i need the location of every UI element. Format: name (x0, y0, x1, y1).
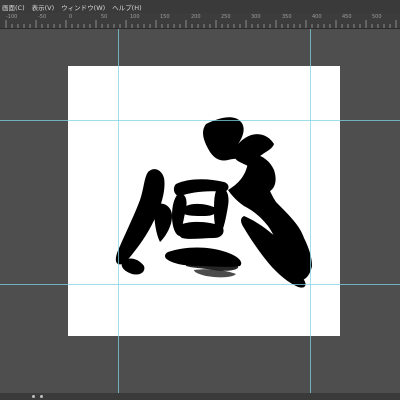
menu-item-view[interactable]: 表示(V) (32, 2, 55, 12)
status-indicator (40, 395, 43, 398)
ruler-label: 400 (312, 14, 322, 20)
ruler-label: 450 (342, 14, 352, 20)
canvas[interactable] (68, 66, 340, 336)
ruler-label: 500 (372, 14, 382, 20)
menu-item-canvas[interactable]: 画面(C) (2, 2, 25, 12)
ruler-label: 250 (221, 14, 231, 20)
menu-item-help[interactable]: ヘルプ(H) (112, 2, 141, 12)
ruler-label: 200 (191, 14, 201, 20)
guide-vertical[interactable] (118, 29, 119, 393)
calligraphy-artwork (115, 117, 312, 288)
status-bar (0, 393, 400, 400)
ruler-label: 100 (130, 14, 140, 20)
status-indicator (32, 395, 35, 398)
guide-horizontal[interactable] (0, 284, 400, 285)
ruler-label: -50 (38, 14, 47, 20)
menu-bar: 画面(C) 表示(V) ウィンドウ(W) ヘルプ(H) (0, 0, 400, 13)
ruler-label: 50 (101, 14, 108, 20)
ruler-label: 350 (282, 14, 292, 20)
guide-vertical[interactable] (310, 29, 311, 393)
horizontal-ruler[interactable]: -100 -50 0 50 100 150 200 250 300 350 40… (0, 13, 400, 29)
menu-item-window[interactable]: ウィンドウ(W) (61, 2, 105, 12)
ruler-label: 0 (69, 14, 73, 20)
ruler-label: 150 (160, 14, 170, 20)
ruler-label: 300 (251, 14, 261, 20)
ruler-label: -100 (6, 14, 18, 20)
workspace[interactable] (0, 29, 400, 393)
guide-horizontal[interactable] (0, 120, 400, 121)
